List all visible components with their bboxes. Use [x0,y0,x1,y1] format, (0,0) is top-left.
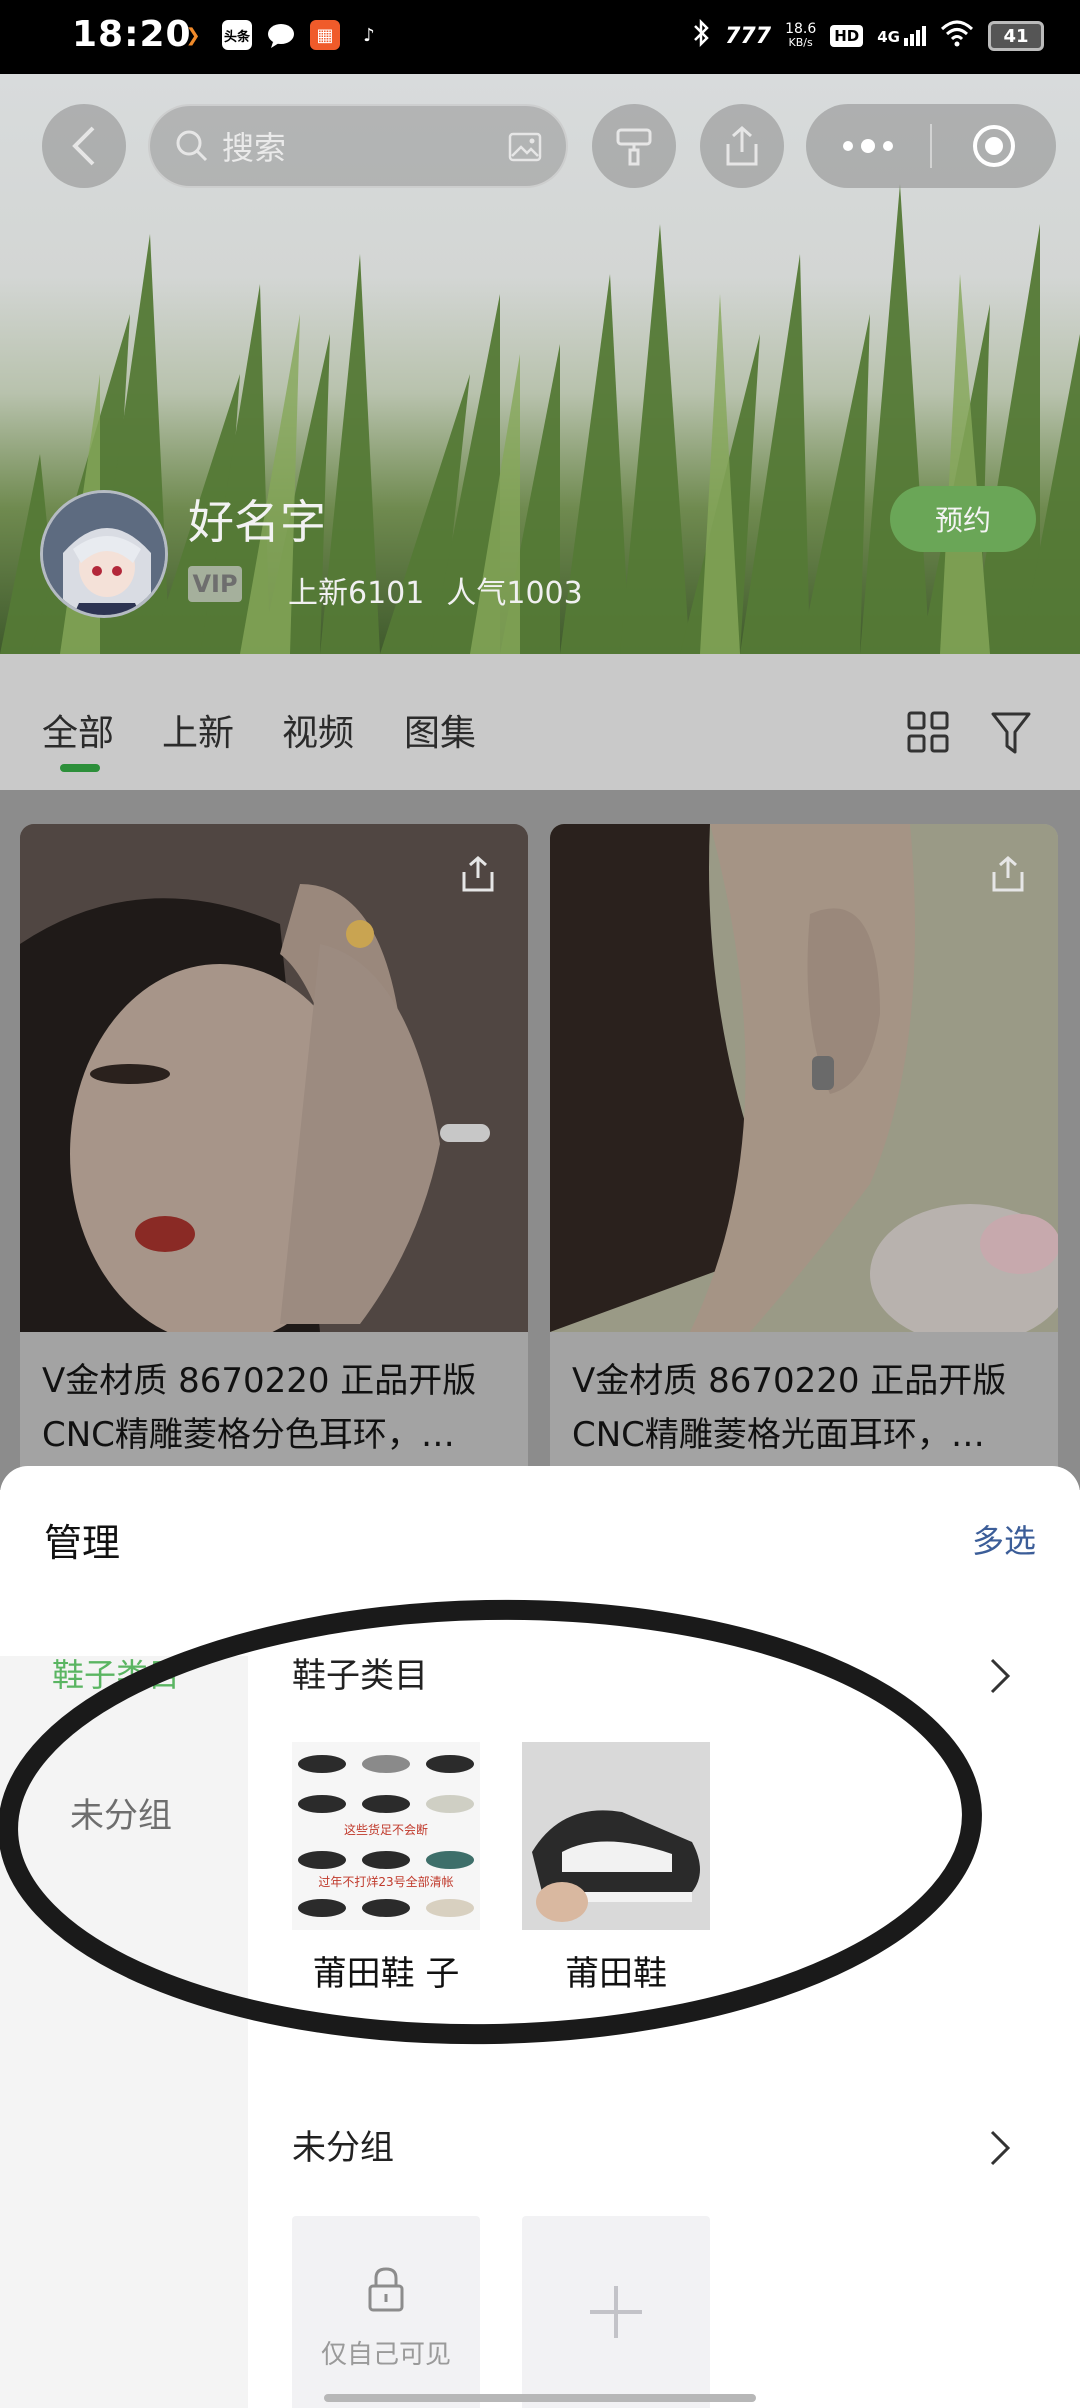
chevron-right-icon[interactable] [988,2128,1012,2168]
search-icon [176,130,208,162]
private-album-tile[interactable]: 仅自己可见 [292,2216,480,2408]
album-label: 莆田鞋 [565,1954,667,1994]
product-image [550,824,1058,1344]
share-button[interactable] [700,104,784,188]
battery-icon: 41 [988,21,1044,51]
card-share-icon[interactable] [458,854,498,898]
add-album-button[interactable] [522,2216,710,2408]
product-title: V金材质 8670220 正品开版 CNC精雕菱格分色耳环，… [42,1361,477,1455]
earring-model-photo [20,824,528,1344]
new-count: 上新6101 [288,576,425,611]
plus-icon [590,2286,642,2338]
album-label: 莆田鞋 子 [312,1954,460,1994]
status-bar: 18:20 ❯ 头条 ▦ ♪ 777 18.6 KB/s HD 4G 41 [0,0,1080,74]
sidebar-item-shoes[interactable]: 鞋子类目 [52,1650,180,1696]
app-grid-icon: ▦ [310,20,340,50]
system-icons: 777 18.6 KB/s HD 4G 41 [691,18,1044,54]
vip-badge: VIP [188,566,242,602]
net-speed: 18.6 KB/s [785,21,817,49]
private-label: 仅自己可见 [320,2340,451,2370]
hd-icon: HD [830,25,864,47]
lock-icon [368,2267,404,2312]
product-title: V金材质 8670220 正品开版 CNC精雕菱格光面耳环，… [572,1361,1007,1455]
nfc-icon: 777 [725,23,772,49]
group-header-ungrouped[interactable]: 未分组 [292,2120,394,2169]
sidebar-item-ungrouped[interactable]: 未分组 [70,1788,172,1837]
bluetooth-icon [691,18,711,54]
filter-icon[interactable] [990,710,1032,756]
group-sidebar [0,1656,248,2408]
close-mini-program-button[interactable] [932,122,1056,170]
back-button[interactable] [42,104,126,188]
multi-select-button[interactable]: 多选 [972,1516,1036,1562]
home-indicator[interactable] [324,2394,756,2402]
product-image [20,824,528,1344]
image-search-icon[interactable] [508,132,542,162]
toutiao-icon: 头条 [222,20,252,50]
manage-bottom-sheet: 管理 多选 鞋子类目 未分组 鞋子类目 这些货足不会断 过年不打烊23号全部清帐… [0,1466,1080,2408]
paint-brush-button[interactable] [592,104,676,188]
group-header-shoes[interactable]: 鞋子类目 [292,1648,428,1697]
app-orange-icon: ❯ [185,24,201,46]
shop-header-banner: 搜索 好名字 VIP 上新6101 人气1003 预约 [0,74,1080,654]
tiktok-icon: ♪ [363,24,375,46]
chevron-left-icon [72,126,95,166]
shoe-collage-image: 这些货足不会断 过年不打烊23号全部清帐 [292,1742,480,1930]
category-tabs: 全部 上新 视频 图集 [0,654,1080,790]
grid-view-icon[interactable] [906,710,950,754]
status-time: 18:20 [72,14,192,55]
card-share-icon[interactable] [988,854,1028,898]
mini-program-capsule [806,104,1056,188]
chat-bubble-icon [266,20,296,50]
earring-ear-photo [550,824,1058,1344]
shop-name: 好名字 [188,495,326,549]
anime-avatar-image [43,493,165,615]
tab-video[interactable]: 视频 [282,704,354,756]
paint-roller-icon [616,128,652,166]
search-placeholder: 搜索 [222,129,287,167]
sneaker-photo-image [522,1742,710,1930]
shop-stats: 上新6101 人气1003 [288,568,583,612]
notification-icons: ❯ 头条 ▦ ♪ [178,20,384,50]
signal-icon: 4G [877,26,926,46]
search-bar[interactable]: 搜索 [148,104,568,188]
chevron-right-icon[interactable] [988,1656,1012,1696]
popularity-count: 人气1003 [446,576,583,611]
album-thumbnail[interactable]: 这些货足不会断 过年不打烊23号全部清帐 [292,1742,480,1930]
active-tab-indicator [60,764,100,772]
tab-all[interactable]: 全部 [42,704,114,756]
collage-overlay-text-2: 过年不打烊23号全部清帐 [318,1874,453,1889]
sheet-title: 管理 [44,1521,121,1565]
tab-new[interactable]: 上新 [162,704,234,756]
share-icon [726,125,758,166]
product-card[interactable]: V金材质 8670220 正品开版 CNC精雕菱格分色耳环，… [20,824,528,1504]
album-thumbnail[interactable] [522,1742,710,1930]
product-card[interactable]: V金材质 8670220 正品开版 CNC精雕菱格光面耳环，… [550,824,1058,1504]
reserve-button[interactable]: 预约 [890,486,1036,552]
more-dots-icon [843,139,893,153]
tab-gallery[interactable]: 图集 [404,704,476,756]
target-circle-icon [973,125,1015,167]
more-button[interactable] [806,139,930,153]
collage-overlay-text-1: 这些货足不会断 [344,1822,428,1837]
wifi-icon [940,19,974,53]
shop-avatar[interactable] [40,490,168,618]
